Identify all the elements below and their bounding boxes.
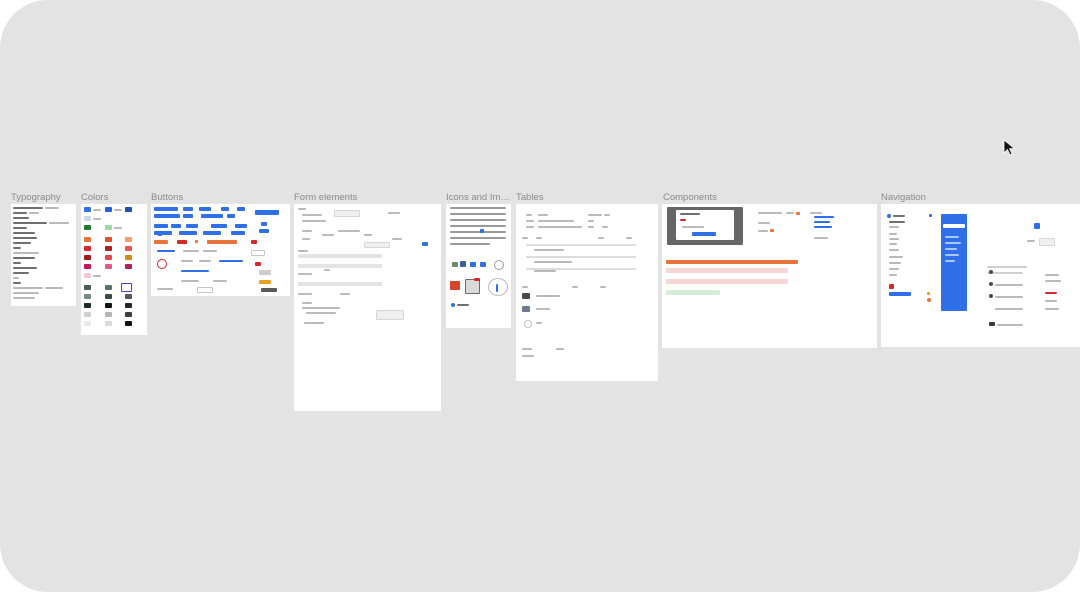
design-canvas[interactable]: Typography Colors Buttons Form elements … [0, 0, 1080, 592]
frame-label-form-elements[interactable]: Form elements [294, 192, 357, 203]
frame-label-navigation[interactable]: Navigation [881, 192, 926, 203]
frame-buttons[interactable] [151, 204, 290, 296]
arrow-cursor-icon [1003, 139, 1016, 156]
frame-tables[interactable] [516, 204, 658, 381]
frame-form-elements[interactable] [294, 204, 441, 411]
frame-components[interactable] [662, 204, 877, 348]
frame-label-icons-and-images[interactable]: Icons and Im… [446, 192, 510, 203]
frame-typography[interactable] [11, 204, 76, 306]
frame-label-buttons[interactable]: Buttons [151, 192, 183, 203]
frame-label-tables[interactable]: Tables [516, 192, 543, 203]
frame-colors[interactable] [81, 204, 147, 335]
frame-label-typography[interactable]: Typography [11, 192, 61, 203]
frame-label-colors[interactable]: Colors [81, 192, 108, 203]
frame-navigation[interactable] [881, 204, 1080, 347]
frame-label-components[interactable]: Components [663, 192, 717, 203]
frame-icons-and-images[interactable] [446, 204, 511, 328]
